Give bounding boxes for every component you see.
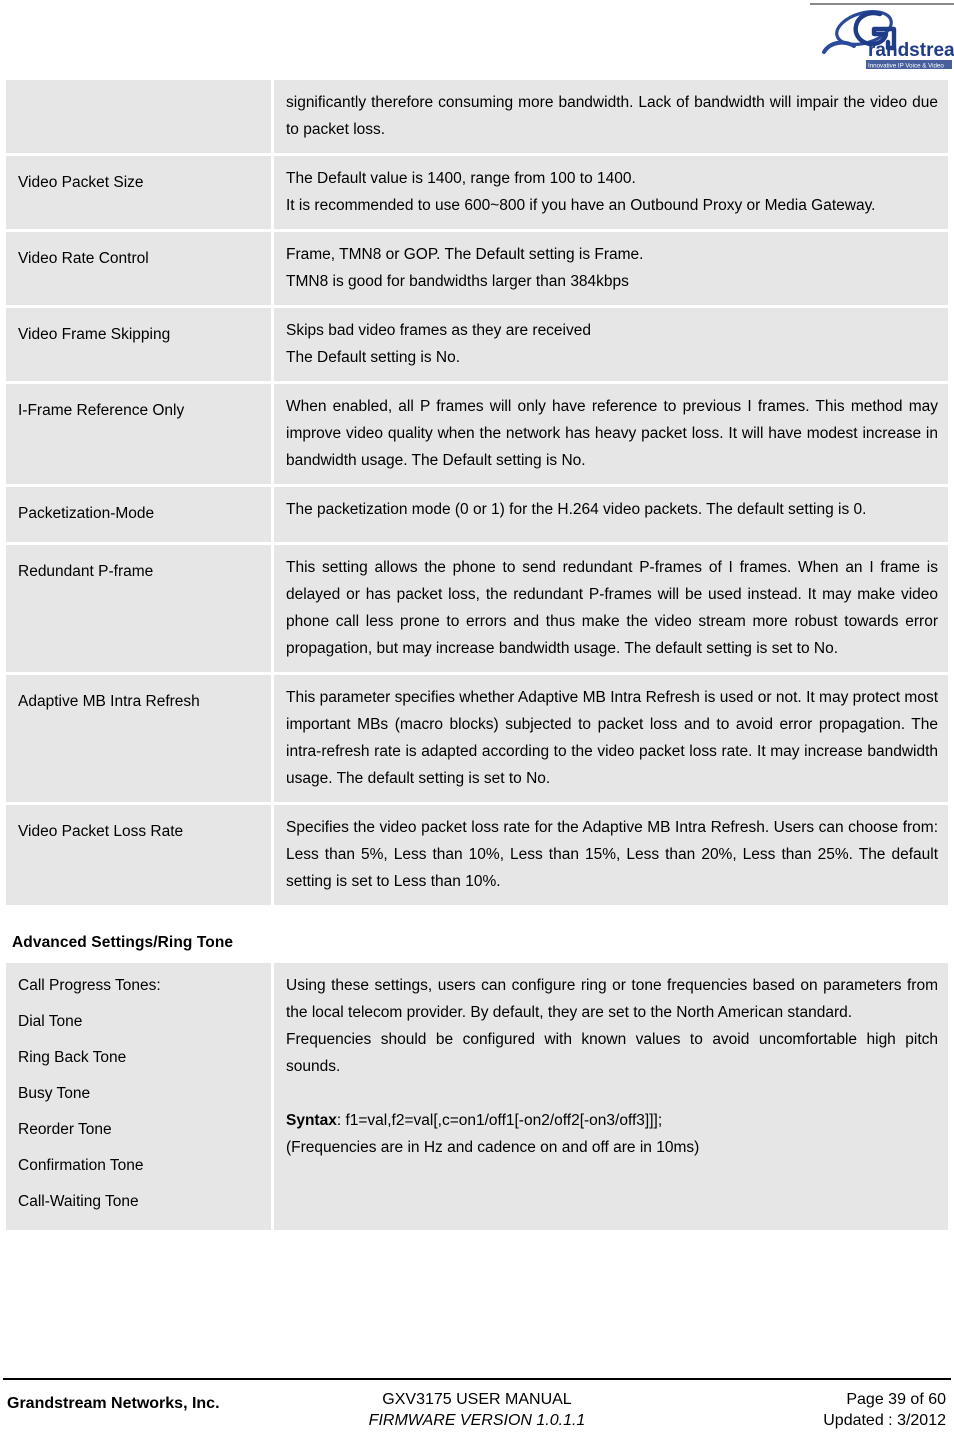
- footer-page-info: Page 39 of 60 Updated : 3/2012: [823, 1391, 946, 1430]
- description-paragraph: This parameter specifies whether Adaptiv…: [286, 689, 938, 787]
- setting-description-cell: significantly therefore consuming more b…: [274, 80, 948, 153]
- table-row: Adaptive MB Intra Refresh This parameter…: [6, 675, 948, 802]
- setting-name-label: Video Packet Loss Rate: [18, 823, 184, 840]
- footer-content: Grandstream Networks, Inc. GXV3175 USER …: [0, 1384, 954, 1438]
- setting-name-label: Redundant P-frame: [18, 563, 154, 580]
- table-row: Redundant P-frame This setting allows th…: [6, 545, 948, 672]
- setting-name-label: Confirmation Tone: [18, 1157, 144, 1174]
- setting-name-cell: Redundant P-frame: [6, 545, 271, 672]
- setting-name-label: Dial Tone: [18, 1013, 83, 1030]
- setting-description-cell: When enabled, all P frames will only hav…: [274, 384, 948, 484]
- setting-description-cell: Specifies the video packet loss rate for…: [274, 805, 948, 905]
- logo-tagline: Innovative IP Voice & Video: [868, 62, 944, 69]
- description-paragraph: The Default value is 1400, range from 10…: [286, 170, 636, 187]
- description-paragraph: The Default setting is No.: [286, 349, 461, 366]
- description-paragraph: (Frequencies are in Hz and cadence on an…: [286, 1139, 700, 1156]
- setting-name-cell: Video Packet Size: [6, 156, 271, 229]
- setting-description-cell: The packetization mode (0 or 1) for the …: [274, 487, 948, 542]
- footer-firmware-version: FIRMWARE VERSION 1.0.1.1: [368, 1412, 586, 1429]
- description-paragraph: Frame, TMN8 or GOP. The Default setting …: [286, 246, 644, 263]
- table-row: Video Frame Skipping Skips bad video fra…: [6, 308, 948, 381]
- setting-description-cell: Frame, TMN8 or GOP. The Default setting …: [274, 232, 948, 305]
- setting-name-cell: I-Frame Reference Only: [6, 384, 271, 484]
- footer-updated-date: Updated : 3/2012: [823, 1412, 946, 1429]
- header-divider-line: [810, 3, 954, 5]
- setting-name-cell: Video Rate Control: [6, 232, 271, 305]
- table-row: Video Rate Control Frame, TMN8 or GOP. T…: [6, 232, 948, 305]
- description-paragraph: TMN8 is good for bandwidths larger than …: [286, 273, 629, 290]
- setting-name-cell: Adaptive MB Intra Refresh: [6, 675, 271, 802]
- ring-tone-settings-table: Call Progress Tones: Dial Tone Ring Back…: [3, 960, 951, 1233]
- setting-name-label: Adaptive MB Intra Refresh: [18, 693, 200, 710]
- syntax-value: : f1=val,f2=val[,c=on1/off1[-on2/off2[-o…: [336, 1112, 663, 1129]
- table-row: Video Packet Loss Rate Specifies the vid…: [6, 805, 948, 905]
- setting-name-label: Call Progress Tones:: [18, 977, 161, 994]
- syntax-line: Syntax: f1=val,f2=val[,c=on1/off1[-on2/o…: [286, 1107, 938, 1134]
- setting-name-label: Video Rate Control: [18, 250, 149, 267]
- video-settings-table: significantly therefore consuming more b…: [3, 77, 951, 908]
- description-paragraph: Skips bad video frames as they are recei…: [286, 322, 591, 339]
- footer-manual-title: GXV3175 USER MANUAL: [382, 1391, 572, 1408]
- setting-description-cell: Using these settings, users can configur…: [274, 963, 948, 1230]
- setting-name-label: Video Packet Size: [18, 174, 144, 191]
- grandstream-logo: randstream Innovative IP Voice & Video: [806, 6, 954, 72]
- description-paragraph: Using these settings, users can configur…: [286, 977, 938, 1021]
- setting-name-cell: Packetization-Mode: [6, 487, 271, 542]
- description-paragraph: This setting allows the phone to send re…: [286, 559, 938, 657]
- footer-page-number: Page 39 of 60: [846, 1391, 946, 1408]
- setting-name-label: I-Frame Reference Only: [18, 402, 185, 419]
- page-content: significantly therefore consuming more b…: [0, 77, 954, 1233]
- description-paragraph: significantly therefore consuming more b…: [286, 94, 938, 138]
- page-footer: Grandstream Networks, Inc. GXV3175 USER …: [0, 1378, 954, 1438]
- setting-name-cell: Call Progress Tones: Dial Tone Ring Back…: [6, 963, 271, 1230]
- setting-name-cell: [6, 80, 271, 153]
- description-paragraph: It is recommended to use 600~800 if you …: [286, 197, 876, 214]
- setting-name-label: Reorder Tone: [18, 1121, 112, 1138]
- table-row: Packetization-Mode The packetization mod…: [6, 487, 948, 542]
- setting-name-label: Busy Tone: [18, 1085, 91, 1102]
- setting-name-label: Video Frame Skipping: [18, 326, 171, 343]
- setting-name-label: Packetization-Mode: [18, 505, 155, 522]
- table-row: I-Frame Reference Only When enabled, all…: [6, 384, 948, 484]
- setting-description-cell: This parameter specifies whether Adaptiv…: [274, 675, 948, 802]
- logo-wordmark: randstream: [868, 40, 954, 61]
- setting-name-cell: Video Frame Skipping: [6, 308, 271, 381]
- page-header: randstream Innovative IP Voice & Video: [0, 0, 954, 75]
- table-row: Video Packet Size The Default value is 1…: [6, 156, 948, 229]
- setting-name-label: Call-Waiting Tone: [18, 1193, 139, 1210]
- description-paragraph: When enabled, all P frames will only hav…: [286, 398, 938, 469]
- section-heading: Advanced Settings/Ring Tone: [12, 934, 234, 951]
- syntax-label: Syntax: [286, 1112, 337, 1129]
- table-row: significantly therefore consuming more b…: [6, 80, 948, 153]
- setting-description-cell: This setting allows the phone to send re…: [274, 545, 948, 672]
- setting-name-cell: Video Packet Loss Rate: [6, 805, 271, 905]
- setting-name-label: Ring Back Tone: [18, 1049, 127, 1066]
- description-paragraph: Frequencies should be configured with kn…: [286, 1031, 938, 1075]
- table-row: Call Progress Tones: Dial Tone Ring Back…: [6, 963, 948, 1230]
- description-paragraph: The packetization mode (0 or 1) for the …: [286, 501, 867, 518]
- grandstream-logo-icon: randstream Innovative IP Voice & Video: [822, 10, 954, 69]
- footer-divider-line: [3, 1378, 951, 1380]
- setting-description-cell: The Default value is 1400, range from 10…: [274, 156, 948, 229]
- footer-document-title: GXV3175 USER MANUAL FIRMWARE VERSION 1.0…: [0, 1391, 954, 1430]
- setting-description-cell: Skips bad video frames as they are recei…: [274, 308, 948, 381]
- description-paragraph: Specifies the video packet loss rate for…: [286, 819, 938, 890]
